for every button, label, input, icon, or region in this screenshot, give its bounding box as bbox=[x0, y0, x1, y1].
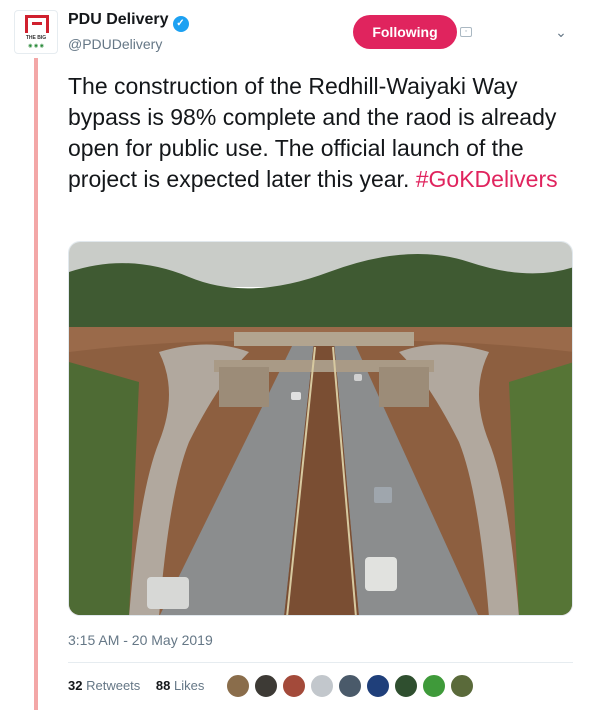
author-name-row[interactable]: PDU Delivery ✓ bbox=[68, 11, 189, 32]
liker-avatar[interactable] bbox=[254, 674, 278, 698]
liker-avatar[interactable] bbox=[226, 674, 250, 698]
likes-label: Likes bbox=[174, 678, 205, 693]
retweets-label: Retweets bbox=[86, 678, 141, 693]
avatar[interactable]: THE BIG ◉ ◉ ◉ bbox=[14, 10, 58, 54]
following-button[interactable]: Following bbox=[353, 15, 457, 49]
liker-avatar[interactable] bbox=[422, 674, 446, 698]
liker-avatar[interactable] bbox=[338, 674, 362, 698]
retweets-stat[interactable]: 32 Retweets bbox=[68, 678, 140, 693]
likes-count: 88 bbox=[155, 678, 171, 693]
liker-avatar[interactable] bbox=[310, 674, 334, 698]
author-handle[interactable]: @PDUDelivery bbox=[68, 36, 162, 52]
author-name[interactable]: PDU Delivery bbox=[68, 11, 169, 28]
retweets-count: 32 bbox=[68, 678, 83, 693]
tweet-text: The construction of the Redhill-Waiyaki … bbox=[68, 71, 573, 195]
divider bbox=[68, 662, 573, 663]
avatar-text: THE BIG bbox=[25, 35, 47, 41]
chevron-down-icon[interactable]: ⌄ bbox=[553, 24, 569, 40]
tweet-photo[interactable] bbox=[68, 241, 573, 616]
tweet-timestamp[interactable]: 3:15 AM - 20 May 2019 bbox=[68, 632, 213, 648]
verified-icon: ✓ bbox=[172, 16, 189, 32]
thread-line bbox=[34, 58, 38, 710]
tweet-stats: 32 Retweets 88 Likes bbox=[68, 678, 204, 693]
liker-avatar[interactable] bbox=[394, 674, 418, 698]
liker-avatar[interactable] bbox=[282, 674, 306, 698]
avatar-sub: ◉ ◉ ◉ bbox=[28, 43, 44, 49]
road-photo bbox=[69, 242, 572, 615]
likes-stat[interactable]: 88 Likes bbox=[156, 678, 204, 693]
liker-avatar[interactable] bbox=[366, 674, 390, 698]
hashtag-link[interactable]: #GoKDelivers bbox=[416, 166, 558, 192]
liker-avatar[interactable] bbox=[450, 674, 474, 698]
liker-avatars bbox=[226, 674, 478, 698]
notifications-icon[interactable]: ▫ bbox=[460, 27, 472, 37]
